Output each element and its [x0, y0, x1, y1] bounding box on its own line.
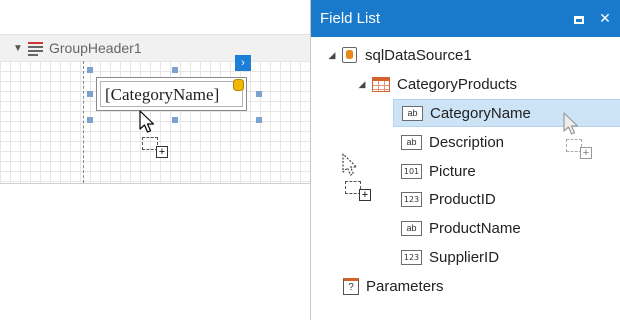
restore-icon[interactable] [569, 11, 589, 27]
expand-arrow-icon[interactable]: ◢ [326, 50, 338, 61]
tree-item-datasource[interactable]: ◢ sqlDataSource1 [326, 41, 472, 69]
parameters-icon: ? [343, 277, 359, 295]
category-name-label[interactable]: [CategoryName] [96, 77, 247, 111]
string-field-icon: ab [402, 105, 423, 121]
left-margin-line [83, 61, 84, 183]
close-icon[interactable]: ✕ [595, 10, 615, 27]
expression-binding-icon [232, 79, 244, 92]
datasource-icon [342, 47, 357, 63]
panel-title: Field List [320, 10, 381, 27]
numeric-field-icon: 123 [401, 249, 422, 265]
tree-item-label: ProductID [429, 190, 496, 208]
drop-plus-icon: + [359, 189, 371, 201]
tree-item-field[interactable]: 101 Picture [401, 157, 476, 185]
tree-item-field[interactable]: ab Description [401, 128, 504, 156]
drag-cursor-icon [139, 110, 155, 133]
drag-ghost-cursor-icon [563, 112, 579, 135]
tree-item-field[interactable]: 123 SupplierID [401, 243, 499, 271]
resize-handle[interactable] [87, 91, 93, 97]
table-icon [372, 76, 390, 92]
field-list-title-bar[interactable]: Field List ✕ [311, 0, 620, 37]
tree-item-label: CategoryProducts [397, 75, 518, 93]
drop-plus-icon: + [580, 147, 592, 159]
string-field-icon: ab [401, 220, 422, 236]
group-header-band[interactable]: ▼ GroupHeader1 [0, 34, 320, 62]
resize-handle[interactable] [256, 91, 262, 97]
tree-item-label: ProductName [429, 219, 521, 237]
resize-handle[interactable] [87, 67, 93, 73]
expand-arrow-icon[interactable]: ◢ [356, 79, 368, 90]
drop-plus-icon: + [156, 146, 168, 158]
tree-item-label: Picture [429, 162, 476, 180]
tree-item-label: Parameters [366, 277, 444, 295]
resize-handle[interactable] [87, 117, 93, 123]
resize-handle[interactable] [256, 117, 262, 123]
resize-handle[interactable] [172, 117, 178, 123]
string-field-icon: ab [401, 134, 422, 150]
label-expression-text: [CategoryName] [100, 81, 243, 107]
tree-item-field[interactable]: 123 ProductID [401, 185, 496, 213]
tree-item-field[interactable]: ab ProductName [401, 214, 521, 242]
drag-cursor-icon [342, 153, 358, 176]
collapse-band-icon[interactable]: ▼ [13, 43, 27, 54]
tree-item-label: Description [429, 133, 505, 151]
band-label: GroupHeader1 [49, 40, 142, 56]
tree-item-field[interactable]: ab CategoryName [393, 99, 620, 127]
smart-tag-button[interactable]: › [235, 55, 251, 71]
binary-field-icon: 101 [401, 163, 422, 179]
tree-item-parameters[interactable]: ? Parameters [343, 272, 444, 300]
resize-handle[interactable] [172, 67, 178, 73]
group-header-icon [27, 41, 45, 56]
tree-item-table[interactable]: ◢ CategoryProducts [356, 70, 518, 98]
report-designer-surface[interactable]: ▼ GroupHeader1 › [CategoryName] + [0, 0, 320, 320]
tree-item-label: sqlDataSource1 [365, 46, 472, 64]
tree-item-label: CategoryName [430, 104, 531, 122]
numeric-field-icon: 123 [401, 191, 422, 207]
band-divider [0, 183, 320, 184]
tree-item-label: SupplierID [429, 248, 500, 266]
